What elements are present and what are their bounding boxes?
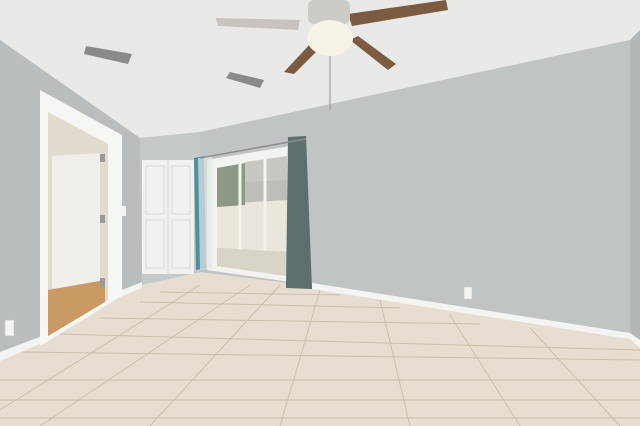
door-hinge-3 [100,278,105,286]
left-curtain-sheer [198,156,212,270]
door-hinge [100,154,105,162]
outdoor-fence [217,200,287,252]
closet-door [52,153,100,288]
wall-outlet-left [4,319,15,337]
wall-outlet [463,286,473,300]
light-switch [121,206,126,216]
room-photo [0,0,640,426]
right-edge-wall [630,30,640,360]
room-scene [0,0,640,426]
door-hinge-2 [100,215,105,223]
fan-light-globe [307,20,353,56]
